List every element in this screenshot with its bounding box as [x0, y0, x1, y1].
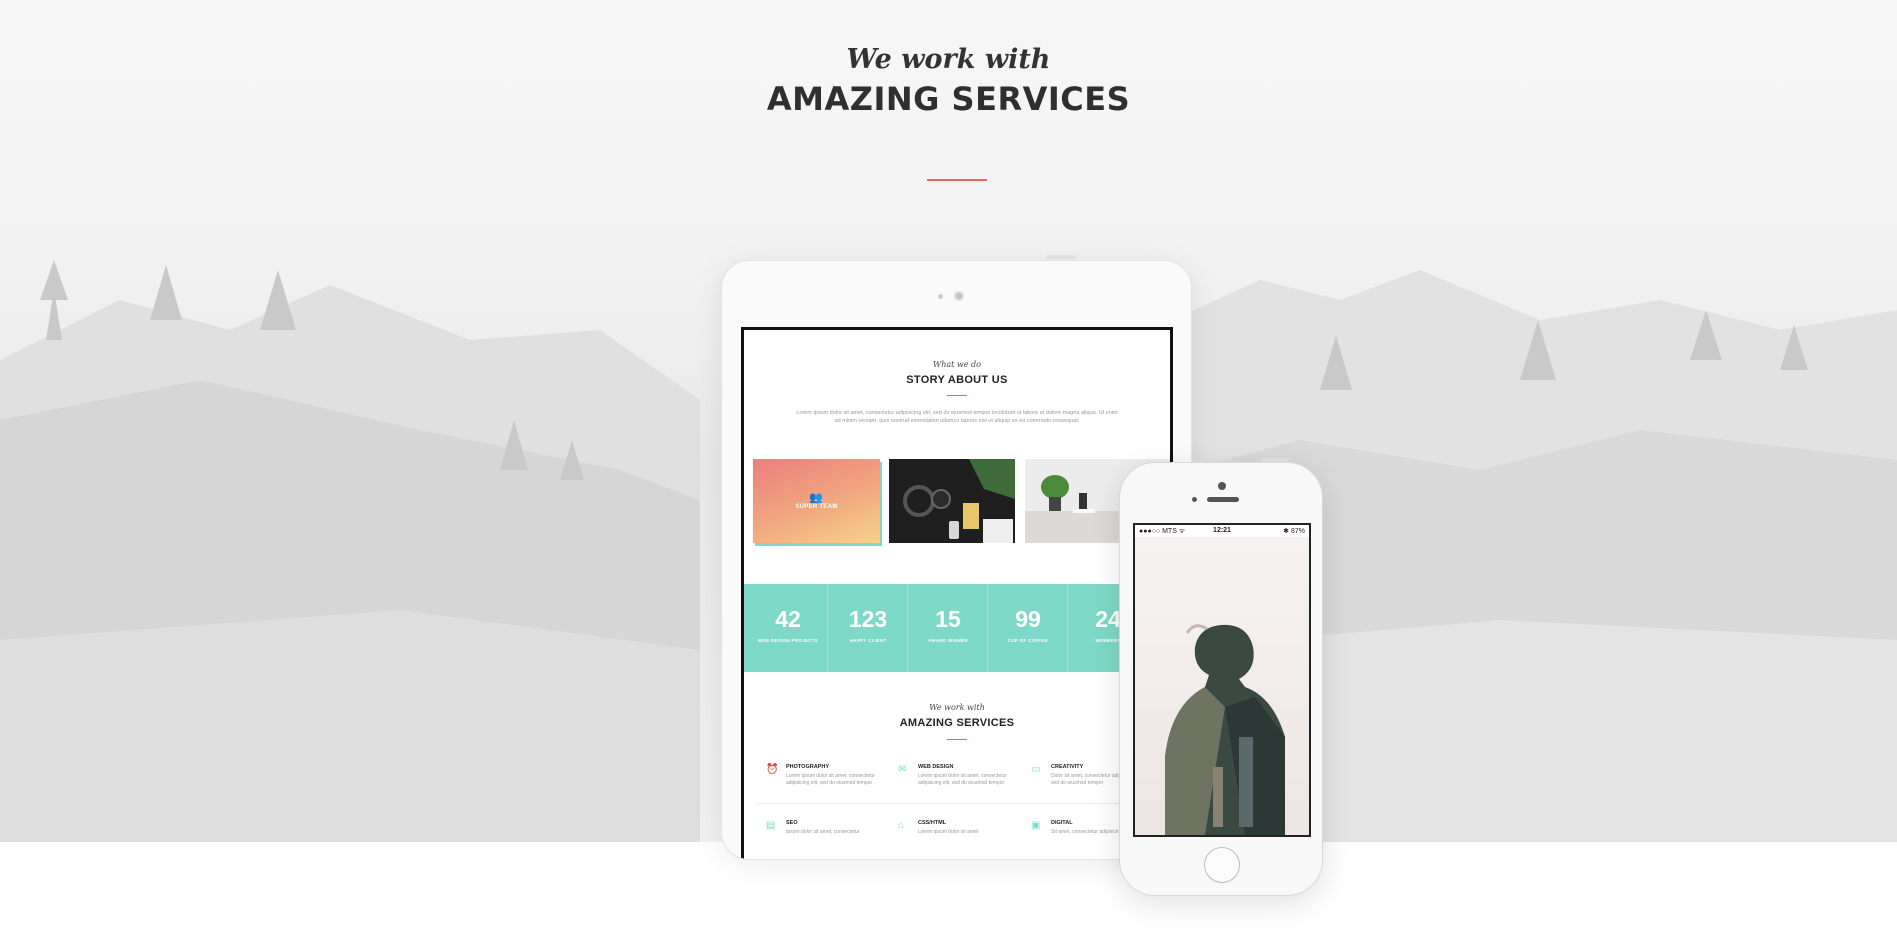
counter-label: HAPPY CLIENT	[849, 638, 887, 643]
monitor-icon: ▭	[1031, 764, 1041, 775]
counter-number: 99	[1015, 606, 1041, 632]
service-title: SEO	[786, 820, 798, 826]
phone-screen: ●●●○○ MTS ᯤ 12:21 ✱ 87%	[1133, 523, 1311, 837]
counter-label: AWARD WINNER	[928, 638, 968, 643]
service-text: Ipsum dolor sit amet, consectetur	[786, 829, 860, 835]
services-title: AMAZING SERVICES	[899, 717, 1015, 729]
tablet-sensor	[938, 294, 943, 299]
about-title: STORY ABOUT US	[906, 374, 1008, 386]
service-photography[interactable]: ⏰ PHOTOGRAPHY Lorem ipsum dolor sit amet…	[766, 764, 886, 804]
service-text: Lorem ipsum dolor sit amet, consectetur …	[918, 773, 1007, 786]
counter-item: 99 CUP OF COFFEE	[988, 584, 1068, 672]
counter-label: WEB DESIGN PROJECTS	[757, 638, 819, 643]
tablet-screen: What we do STORY ABOUT US Lorem ipsum do…	[741, 327, 1173, 859]
services-kicker: We work with	[929, 703, 985, 712]
phone-sensor	[1192, 497, 1197, 502]
service-web-design[interactable]: ✉ WEB DESIGN Lorem ipsum dolor sit amet,…	[898, 764, 1018, 804]
phone-speaker	[1207, 497, 1239, 502]
gallery-item-super-team[interactable]: 👥 SUPER TEAM	[753, 459, 880, 543]
tablet-power-button	[1046, 255, 1076, 259]
inbox-icon: ✉	[898, 764, 907, 775]
counter-number: 123	[848, 606, 888, 632]
alarm-icon: ⏰	[766, 764, 779, 775]
users-icon: 👥	[809, 492, 823, 504]
counter-number: 15	[935, 606, 961, 632]
services-divider	[756, 803, 1156, 804]
counter-item: 15 AWARD WINNER	[908, 584, 988, 672]
service-css-html[interactable]: ⌂ CSS/HTML Lorem ipsum dolor sit amet	[898, 820, 1018, 859]
phone-status-bar: ●●●○○ MTS ᯤ 12:21 ✱ 87%	[1135, 525, 1309, 537]
about-text: Lorem ipsum dolor sit amet, consectetur …	[796, 410, 1118, 424]
counters-band: 42 WEB DESIGN PROJECTS 123 HAPPY CLIENT …	[744, 584, 1170, 672]
counter-number: 42	[775, 606, 801, 632]
counter-label: CUP OF COFFEE	[1007, 638, 1049, 643]
book-icon: ▤	[766, 820, 776, 831]
home-icon: ⌂	[898, 820, 905, 831]
services-accent-line	[947, 739, 967, 740]
service-text: Lorem ipsum dolor sit amet	[918, 829, 979, 835]
service-title: CSS/HTML	[918, 820, 947, 826]
tablet-camera-icon	[954, 291, 964, 301]
service-title: CREATIVITY	[1051, 764, 1084, 770]
service-title: PHOTOGRAPHY	[786, 764, 829, 770]
counter-item: 42 WEB DESIGN PROJECTS	[748, 584, 828, 672]
double-exposure-photo	[1135, 537, 1309, 835]
service-title: DIGITAL	[1051, 820, 1073, 826]
gallery-item-headphones[interactable]	[889, 459, 1015, 543]
portrait-city-image	[1165, 624, 1285, 835]
gallery-item-label: SUPER TEAM	[795, 504, 838, 510]
section-title: AMAZING SERVICES	[766, 80, 1131, 118]
service-seo[interactable]: ▤ SEO Ipsum dolor sit amet, consectetur	[766, 820, 886, 859]
headphones-desk-photo	[889, 459, 1015, 543]
about-accent-line	[947, 395, 967, 396]
service-text: Lorem ipsum dolor sit amet, consectetur …	[786, 773, 875, 786]
page: We work with AMAZING SERVICES What we do…	[0, 0, 1897, 947]
grid-icon: ▣	[1031, 820, 1041, 831]
phone-camera-icon	[1218, 482, 1226, 490]
section-kicker: We work with	[846, 44, 1051, 75]
title-accent-line	[927, 179, 987, 181]
phone-home-button	[1204, 847, 1240, 883]
about-kicker: What we do	[933, 360, 981, 369]
phone-mockup: ●●●○○ MTS ᯤ 12:21 ✱ 87%	[1119, 462, 1323, 896]
battery-status: ✱ 87%	[1283, 528, 1305, 535]
counter-item: 123 HAPPY CLIENT	[828, 584, 908, 672]
service-title: WEB DESIGN	[918, 764, 954, 770]
